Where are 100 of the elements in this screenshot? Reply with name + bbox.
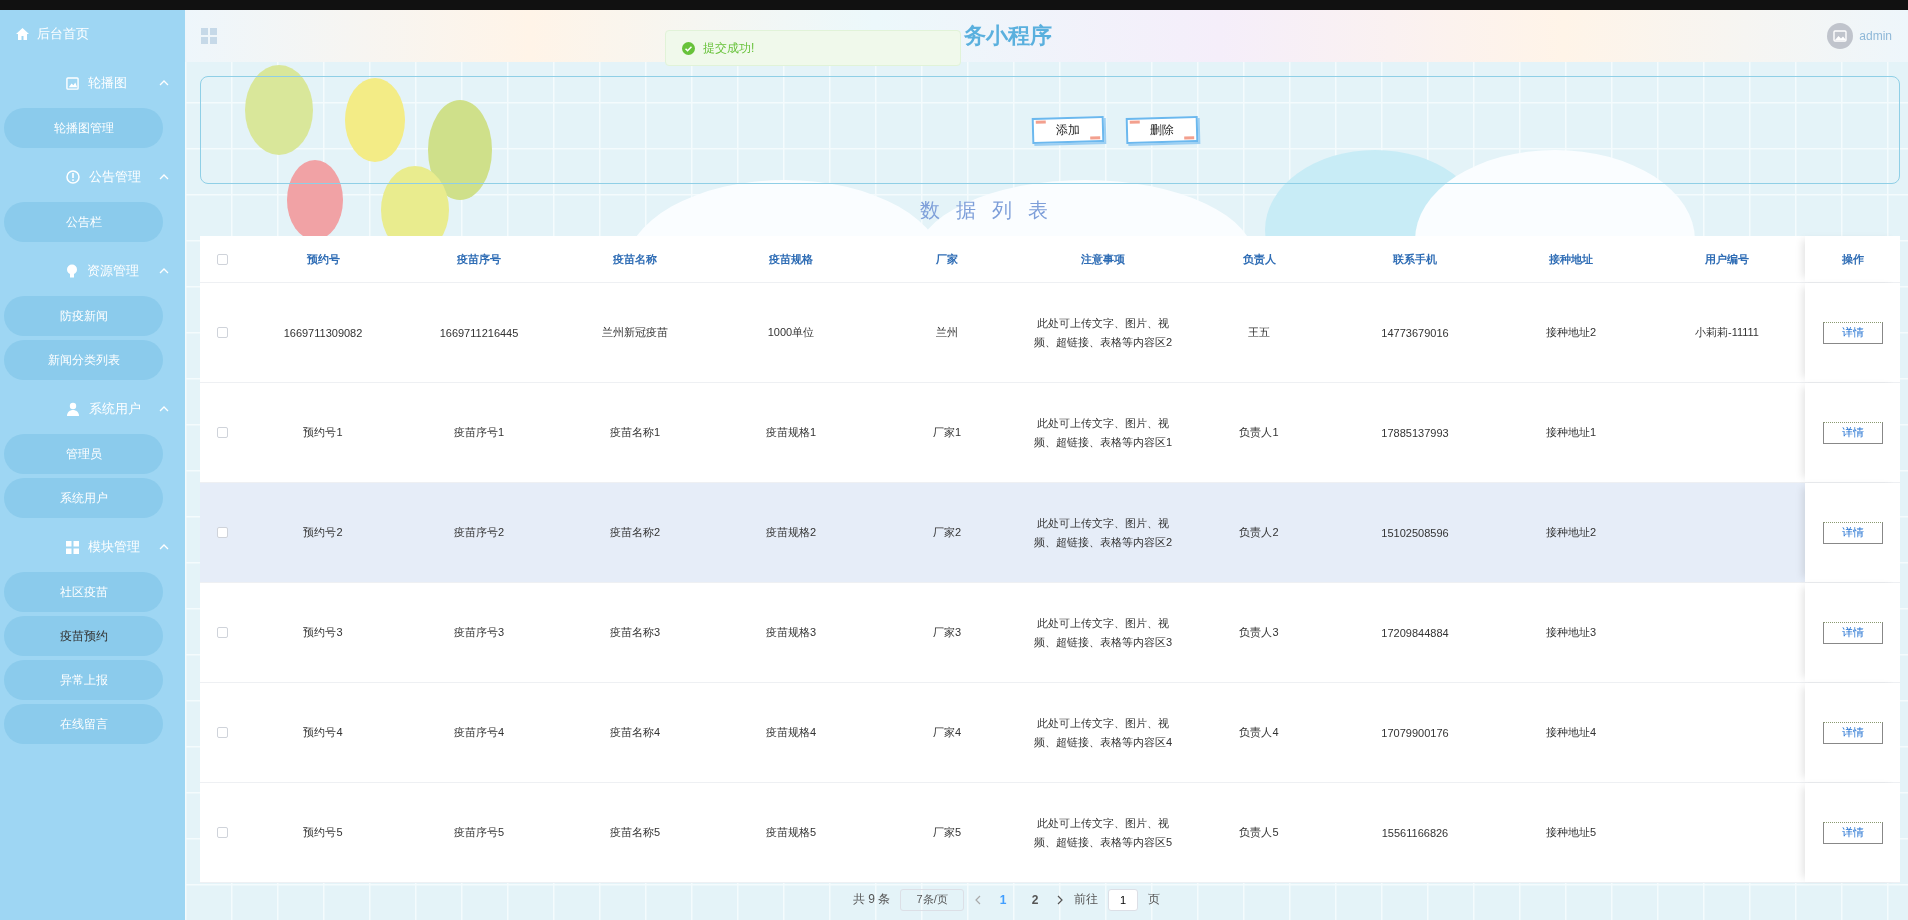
chevron-up-icon[interactable] bbox=[159, 406, 169, 412]
table-row[interactable]: 预约号3 疫苗序号3 疫苗名称3 疫苗规格3 厂家3 此处可上传文字、图片、视频、超链接、表格等内容区3 负责人3 17209844884 接种地址3 详情 bbox=[200, 583, 1900, 683]
details-button[interactable]: 详情 bbox=[1822, 521, 1883, 544]
column-header: 疫苗名称 bbox=[613, 251, 657, 267]
action-button[interactable]: 添加 bbox=[1031, 116, 1105, 144]
details-button[interactable]: 详情 bbox=[1822, 421, 1883, 444]
goto-label: 前往 bbox=[1074, 891, 1099, 908]
table-cell: 接种地址4 bbox=[1545, 725, 1597, 740]
table-cell: 1669711309082 bbox=[283, 326, 363, 339]
table-cell: 疫苗名称3 bbox=[609, 625, 661, 640]
table-cell: 厂家3 bbox=[932, 625, 962, 640]
page-size-select[interactable]: 7条/页 bbox=[900, 888, 965, 911]
table-cell: 预约号3 bbox=[303, 625, 343, 640]
table-cell: 接种地址2 bbox=[1545, 525, 1597, 540]
table-cell: 预约号2 bbox=[303, 525, 343, 540]
table-cell: 负责人3 bbox=[1239, 625, 1279, 640]
table-cell: 17885137993 bbox=[1381, 426, 1449, 439]
table-cell: 疫苗序号1 bbox=[453, 425, 505, 440]
details-button[interactable]: 详情 bbox=[1822, 321, 1883, 344]
app-title: 务小程序 bbox=[964, 22, 1053, 50]
details-button[interactable]: 详情 bbox=[1822, 821, 1883, 844]
table-cell: 负责人1 bbox=[1239, 425, 1279, 440]
checkbox[interactable] bbox=[217, 427, 228, 438]
details-button[interactable]: 详情 bbox=[1822, 621, 1883, 644]
toast-message: 提交成功! bbox=[703, 39, 755, 57]
table-cell: 疫苗序号5 bbox=[453, 825, 505, 840]
table-cell: 1000单位 bbox=[767, 325, 815, 340]
column-header: 联系手机 bbox=[1393, 251, 1437, 267]
grid-icon[interactable] bbox=[201, 28, 217, 44]
table-cell-text: 此处可上传文字、图片、视频、超链接、表格等内容区5 bbox=[1032, 815, 1174, 850]
action-button[interactable]: 删除 bbox=[1125, 116, 1199, 144]
chevron-up-icon[interactable] bbox=[159, 174, 169, 180]
column-header: 疫苗序号 bbox=[457, 251, 501, 267]
table-cell: 王五 bbox=[1248, 325, 1270, 340]
details-button[interactable]: 详情 bbox=[1822, 721, 1883, 744]
table-row[interactable]: 1669711309082 1669711216445 兰州新冠疫苗 1000单位 兰州 此处可上传文字、图片、视频、超链接、表格等内容区2 王五 14773679016 接种地址2 小莉莉-11111 详情 bbox=[200, 283, 1900, 383]
user-icon bbox=[66, 402, 80, 416]
table-cell: 疫苗序号4 bbox=[453, 725, 505, 740]
table-cell: 厂家5 bbox=[932, 825, 962, 840]
table-cell-text: 此处可上传文字、图片、视频、超链接、表格等内容区4 bbox=[1032, 715, 1174, 750]
table-cell: 14773679016 bbox=[1381, 326, 1449, 339]
table-cell: 厂家1 bbox=[932, 425, 962, 440]
table-cell-text: 此处可上传文字、图片、视频、超链接、表格等内容区2 bbox=[1032, 315, 1174, 350]
section-title: 数据列表 bbox=[919, 197, 1064, 223]
chevron-up-icon[interactable] bbox=[159, 80, 169, 86]
table-cell: 疫苗规格4 bbox=[765, 725, 817, 740]
home-icon bbox=[16, 28, 29, 40]
info-icon bbox=[66, 170, 80, 184]
table-cell: 疫苗规格3 bbox=[765, 625, 817, 640]
checkbox[interactable] bbox=[217, 627, 228, 638]
table-row[interactable]: 预约号4 疫苗序号4 疫苗名称4 疫苗规格4 厂家4 此处可上传文字、图片、视频、超链接、表格等内容区4 负责人4 17079900176 接种地址4 详情 bbox=[200, 683, 1900, 783]
chevron-up-icon[interactable] bbox=[159, 268, 169, 274]
table-cell: 厂家4 bbox=[932, 725, 962, 740]
table-cell: 疫苗名称2 bbox=[609, 525, 661, 540]
table-cell: 接种地址3 bbox=[1545, 625, 1597, 640]
table-cell: 15102508596 bbox=[1381, 526, 1449, 539]
table-cell: 预约号4 bbox=[303, 725, 343, 740]
column-header: 预约号 bbox=[306, 251, 340, 267]
table-cell: 负责人4 bbox=[1239, 725, 1279, 740]
checkbox[interactable] bbox=[217, 527, 228, 538]
table-cell: 负责人2 bbox=[1239, 525, 1279, 540]
table-cell: 15561166826 bbox=[1381, 826, 1449, 839]
page-input[interactable]: 1 bbox=[1108, 888, 1139, 911]
check-circle-icon bbox=[682, 41, 695, 55]
avatar-icon[interactable] bbox=[1827, 23, 1854, 49]
table-cell: 疫苗名称5 bbox=[609, 825, 661, 840]
table-cell: 疫苗序号3 bbox=[453, 625, 505, 640]
grid-icon bbox=[66, 540, 79, 554]
column-header: 负责人 bbox=[1242, 251, 1276, 267]
table-cell: 17079900176 bbox=[1381, 726, 1449, 739]
table-row[interactable]: 预约号2 疫苗序号2 疫苗名称2 疫苗规格2 厂家2 此处可上传文字、图片、视频、超链接、表格等内容区2 负责人2 15102508596 接种地址2 详情 bbox=[200, 483, 1900, 583]
chevron-up-icon[interactable] bbox=[159, 544, 169, 550]
column-header: 操作 bbox=[1841, 251, 1864, 267]
column-header: 注意事项 bbox=[1081, 251, 1125, 267]
chevron-right-icon[interactable] bbox=[1056, 894, 1065, 905]
checkbox[interactable] bbox=[217, 253, 228, 265]
table-cell: 疫苗规格2 bbox=[765, 525, 817, 540]
column-header: 接种地址 bbox=[1549, 251, 1593, 267]
checkbox[interactable] bbox=[217, 327, 228, 338]
table-cell-text: 此处可上传文字、图片、视频、超链接、表格等内容区3 bbox=[1032, 615, 1174, 650]
table-cell-text: 此处可上传文字、图片、视频、超链接、表格等内容区2 bbox=[1032, 515, 1174, 550]
table-cell: 疫苗名称4 bbox=[609, 725, 661, 740]
sidebar-item[interactable]: 疫苗预约 bbox=[4, 616, 163, 656]
checkbox[interactable] bbox=[217, 827, 228, 838]
bulb-icon bbox=[66, 264, 78, 278]
column-header: 用户编号 bbox=[1705, 251, 1749, 267]
page-number[interactable]: 2 bbox=[1024, 891, 1047, 908]
table-cell-text: 此处可上传文字、图片、视频、超链接、表格等内容区1 bbox=[1032, 415, 1174, 450]
table-cell: 预约号5 bbox=[303, 825, 343, 840]
chevron-left-icon[interactable] bbox=[974, 894, 983, 905]
table-cell: 疫苗规格1 bbox=[765, 425, 817, 440]
table-row[interactable]: 预约号5 疫苗序号5 疫苗名称5 疫苗规格5 厂家5 此处可上传文字、图片、视频、超链接、表格等内容区5 负责人5 15561166826 接种地址5 详情 bbox=[200, 783, 1900, 883]
column-header: 厂家 bbox=[936, 251, 958, 267]
table-cell: 疫苗名称1 bbox=[609, 425, 661, 440]
total-count: 共 9 条 bbox=[852, 891, 891, 908]
image-icon bbox=[66, 76, 79, 90]
table-cell: 负责人5 bbox=[1239, 825, 1279, 840]
table-cell: 兰州新冠疫苗 bbox=[602, 325, 668, 340]
checkbox[interactable] bbox=[217, 727, 228, 738]
table-cell: 小莉莉-11111 bbox=[1695, 325, 1759, 340]
